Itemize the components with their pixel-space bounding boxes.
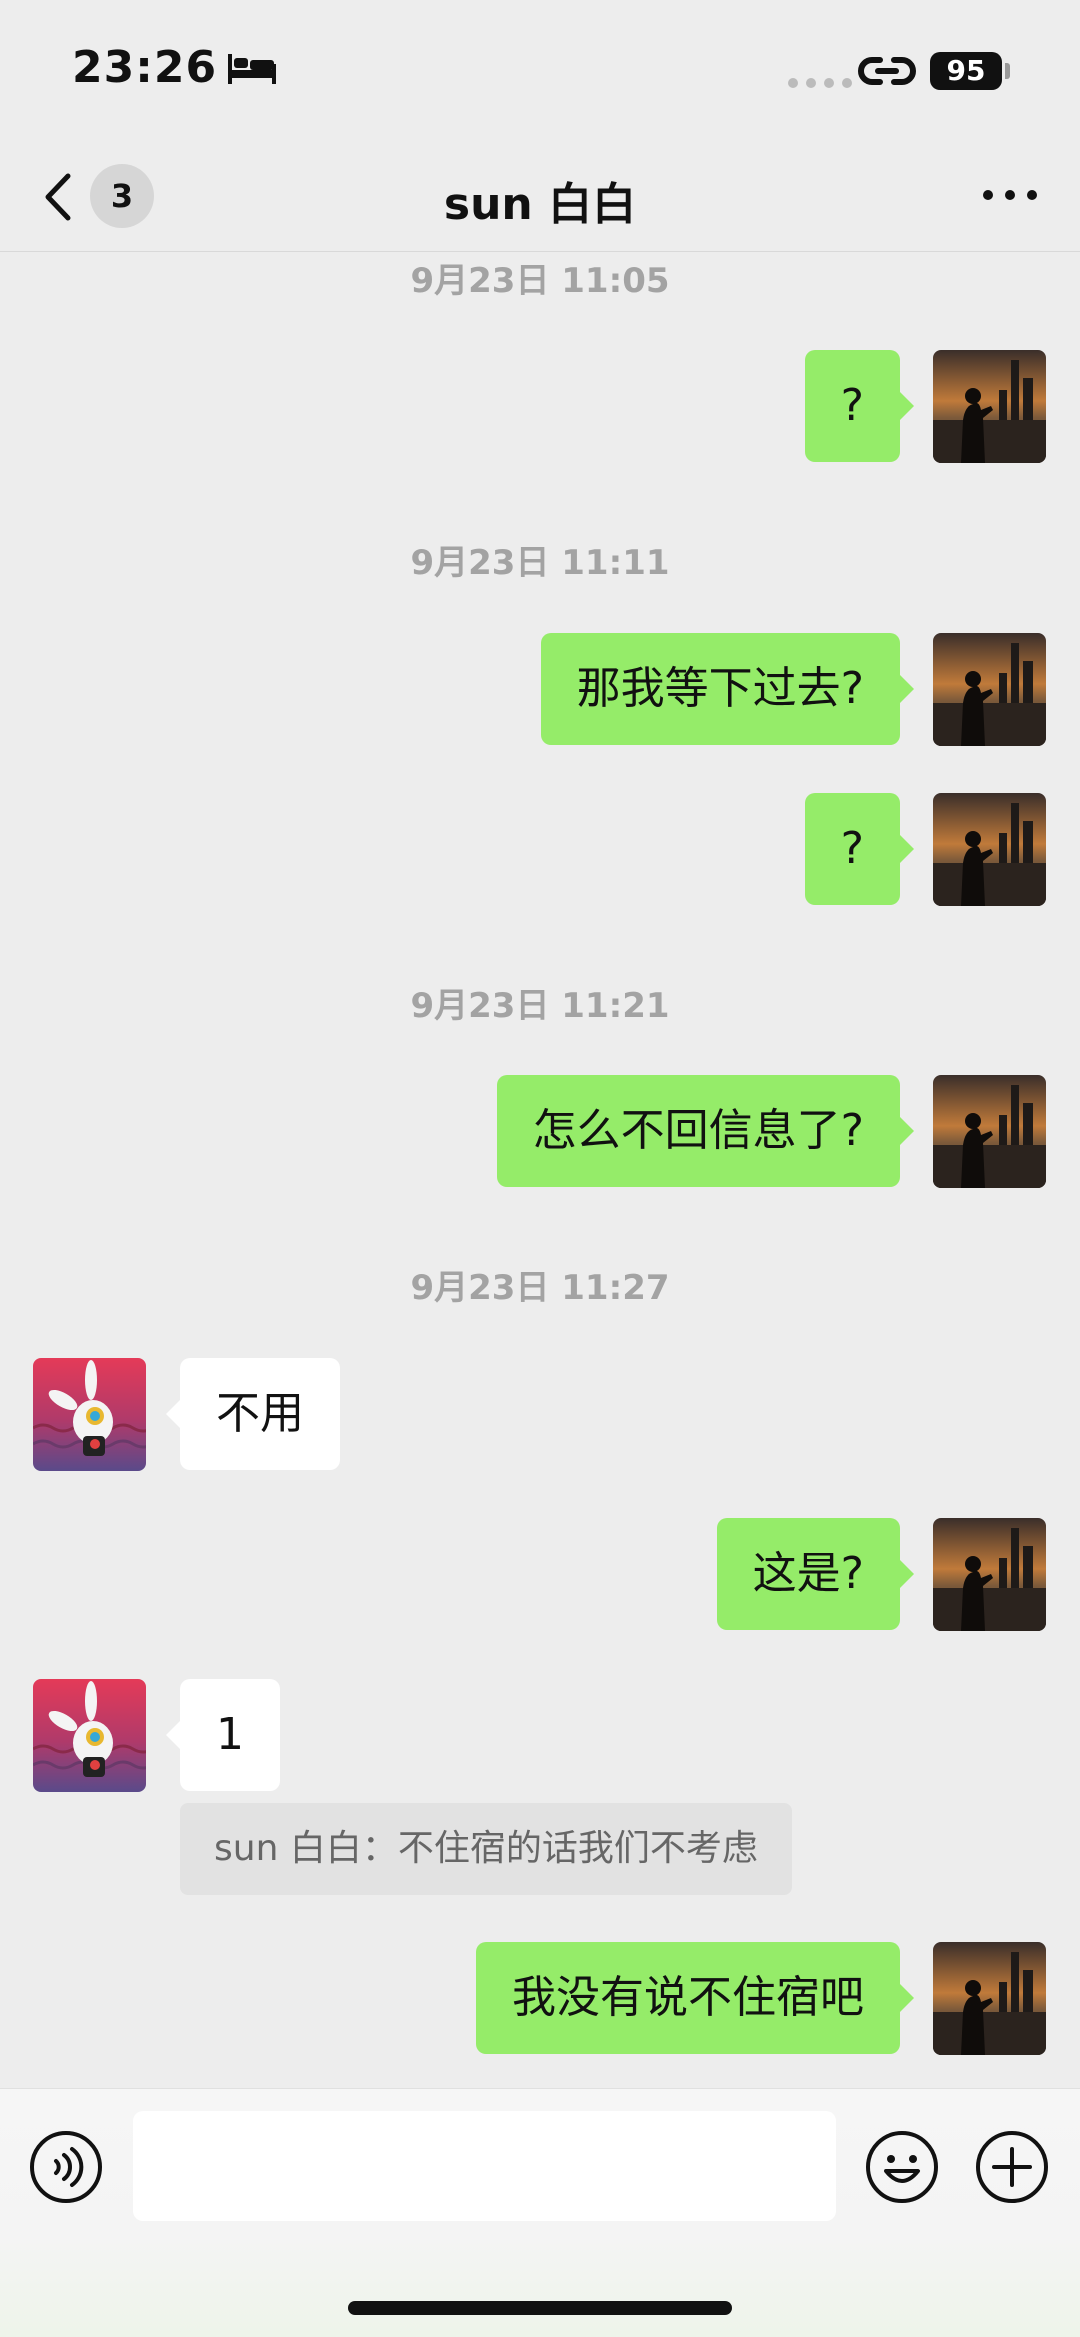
bed-icon [228,54,276,84]
message-bubble-sent[interactable]: ? [804,350,915,462]
message-bubble-sent[interactable]: 我没有说不住宿吧 [476,1942,914,2054]
timestamp: 9月23日 11:11 [410,543,670,583]
page-title: sun 白白 [443,179,637,230]
quoted-message[interactable]: sun 白白：不住宿的话我们不考虑 [180,1803,792,1895]
message-bubble-sent[interactable]: 怎么不回信息了? [496,1075,915,1187]
voice-icon[interactable] [28,2129,104,2205]
avatar[interactable] [933,1518,1046,1631]
link-icon [858,57,916,85]
avatar[interactable] [33,1358,146,1471]
message-bubble-sent[interactable]: 这是? [716,1518,915,1630]
message-bubble-sent[interactable]: 那我等下过去? [540,633,915,745]
avatar[interactable] [933,1942,1046,2055]
message-bubble-sent[interactable]: ? [804,793,915,905]
battery-icon: 95 [930,52,1002,90]
emoji-icon[interactable] [864,2129,940,2205]
message-input[interactable] [133,2111,836,2221]
status-time: 23:26 [72,42,218,93]
message-bubble-received[interactable]: 不用 [166,1358,340,1470]
message-bubble-received[interactable]: 1 [166,1679,280,1791]
plus-icon[interactable] [974,2129,1050,2205]
timestamp: 9月23日 11:21 [410,986,670,1026]
more-icon[interactable] [980,180,1040,210]
timestamp: 9月23日 11:05 [410,261,670,301]
avatar[interactable] [933,633,1046,746]
home-indicator[interactable] [348,2301,732,2315]
status-bar: 23:26 95 [0,0,1080,140]
avatar[interactable] [933,1075,1046,1188]
avatar[interactable] [933,350,1046,463]
chat-header: 3 sun 白白 [0,140,1080,252]
timestamp: 9月23日 11:27 [410,1268,670,1308]
message-list[interactable]: 9月23日 11:05 ? 9月23日 11:11 那我等下过去? ? 9月23… [0,253,1080,2088]
signal-dots-icon [788,78,852,88]
avatar[interactable] [933,793,1046,906]
battery-tip [1005,63,1010,79]
input-bar [0,2088,1080,2337]
avatar[interactable] [33,1679,146,1792]
